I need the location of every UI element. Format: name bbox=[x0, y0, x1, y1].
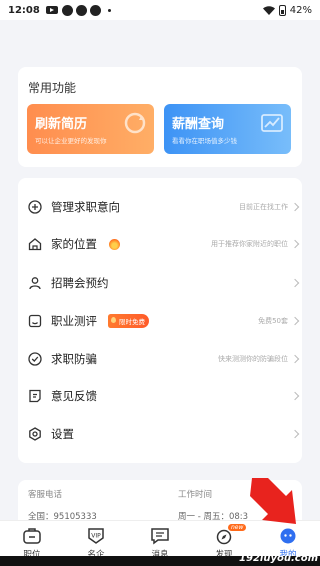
more-notifications-icon bbox=[107, 8, 111, 12]
profile-icon bbox=[280, 528, 296, 544]
watermark-text: 192luyou.com bbox=[239, 553, 318, 564]
chevron-right-icon bbox=[290, 239, 300, 249]
shield-check-icon bbox=[28, 352, 42, 366]
refresh-icon bbox=[124, 112, 146, 134]
section-title: 常用功能 bbox=[28, 81, 77, 95]
plus-circle-icon bbox=[28, 200, 42, 214]
feedback-icon bbox=[29, 389, 41, 403]
phone-label: 客服电话 bbox=[28, 490, 63, 500]
menu-label: 设置 bbox=[51, 427, 74, 441]
chevron-right-icon bbox=[290, 278, 300, 288]
chevron-right-icon bbox=[290, 202, 300, 212]
menu-item-career-assessment[interactable]: 职业测评 限时免费 免费50套 bbox=[18, 305, 302, 337]
menu-label: 职业测评 bbox=[51, 314, 97, 328]
menu-label: 管理求职意向 bbox=[51, 200, 120, 214]
menu-hint: 目前正在找工作 bbox=[239, 203, 288, 211]
tile-subtitle: 看看你在职场值多少钱 bbox=[172, 137, 237, 145]
home-icon bbox=[28, 238, 42, 251]
red-pointer-arrow-icon bbox=[250, 478, 296, 524]
menu-label: 意见反馈 bbox=[51, 389, 97, 403]
common-features-card: 常用功能 刷新简历 可以让企业更好的发现你 薪酬查询 看看你在职场值多少钱 bbox=[18, 67, 302, 167]
menu-label: 家的位置 bbox=[51, 237, 97, 251]
tile-title: 薪酬查询 bbox=[172, 117, 225, 132]
youtube-icon bbox=[45, 6, 58, 14]
briefcase-icon bbox=[23, 528, 41, 544]
menu-label: 求职防骗 bbox=[51, 352, 97, 366]
refresh-resume-tile[interactable]: 刷新简历 可以让企业更好的发现你 bbox=[27, 104, 154, 154]
notification-dot-icon bbox=[61, 4, 73, 16]
menu-item-settings[interactable]: 设置 bbox=[18, 418, 302, 450]
new-badge: new bbox=[228, 524, 247, 531]
menu-hint: 快来测测你的防骗段位 bbox=[218, 355, 288, 363]
menu-item-feedback[interactable]: 意见反馈 bbox=[18, 380, 302, 412]
status-time: 12:08 bbox=[8, 4, 40, 16]
chevron-right-icon bbox=[290, 429, 300, 439]
person-icon bbox=[29, 277, 41, 290]
status-bar: 12:08 42% bbox=[0, 0, 320, 20]
battery-level: 42% bbox=[289, 4, 312, 16]
battery-icon bbox=[278, 4, 286, 16]
assessment-icon bbox=[28, 314, 42, 328]
chevron-right-icon bbox=[290, 316, 300, 326]
menu-item-home-location[interactable]: 家的位置 用于推荐你家附近的职位 bbox=[18, 228, 302, 260]
salary-query-tile[interactable]: 薪酬查询 看看你在职场值多少钱 bbox=[164, 104, 291, 154]
vip-company-icon: VIP bbox=[88, 528, 104, 544]
menu-item-job-intention[interactable]: 管理求职意向 目前正在找工作 bbox=[18, 191, 302, 223]
tile-subtitle: 可以让企业更好的发现你 bbox=[35, 137, 107, 145]
menu-hint: 免费50套 bbox=[258, 317, 288, 325]
limited-free-badge: 限时免费 bbox=[108, 314, 149, 328]
header-spacer bbox=[0, 20, 320, 65]
chevron-right-icon bbox=[290, 354, 300, 364]
menu-hint: 用于推荐你家附近的职位 bbox=[211, 240, 288, 248]
notification-dot-icon bbox=[75, 4, 87, 16]
message-icon bbox=[151, 528, 169, 545]
settings-icon bbox=[29, 427, 41, 441]
menu-label: 招聘会预约 bbox=[51, 276, 109, 290]
chevron-right-icon bbox=[290, 391, 300, 401]
notification-dot-icon bbox=[89, 4, 101, 16]
menu-item-anti-fraud[interactable]: 求职防骗 快来测测你的防骗段位 bbox=[18, 343, 302, 375]
hot-flame-icon bbox=[109, 238, 120, 250]
hours-label: 工作时间 bbox=[178, 490, 213, 500]
wifi-icon bbox=[262, 5, 275, 15]
menu-item-job-fair[interactable]: 招聘会预约 bbox=[18, 267, 302, 299]
trend-chart-icon bbox=[261, 114, 283, 132]
settings-menu-card: 管理求职意向 目前正在找工作 家的位置 用于推荐你家附近的职位 招聘会预约 职业… bbox=[18, 178, 302, 463]
tile-title: 刷新简历 bbox=[35, 117, 88, 132]
svg-text:VIP: VIP bbox=[91, 533, 101, 540]
